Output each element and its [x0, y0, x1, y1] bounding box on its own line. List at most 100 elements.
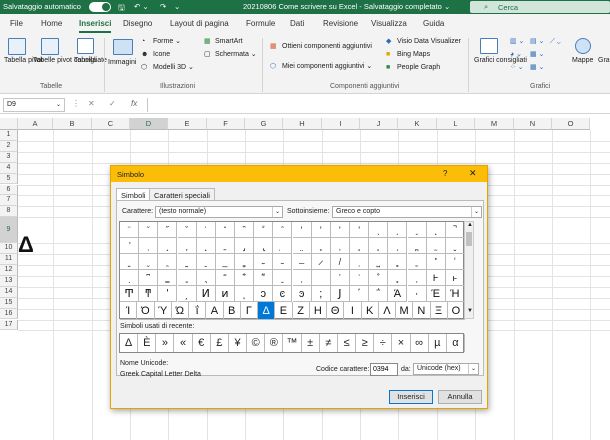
tab-layout[interactable]: Layout di pagina	[170, 19, 229, 28]
symbol-cell[interactable]: Ͱ	[426, 270, 446, 286]
symbol-cell[interactable]: ̰	[177, 254, 197, 270]
combo-chart-icon[interactable]: ▦ ⌄	[530, 64, 544, 72]
symbol-cell[interactable]: ΐ	[189, 302, 207, 320]
symbol-cell[interactable]: ̕	[350, 222, 370, 238]
tab-revisione[interactable]: Revisione	[323, 19, 358, 28]
symbol-cell[interactable]: ͒	[369, 270, 389, 286]
symbol-cell[interactable]: ̗	[388, 222, 408, 238]
tabella-pivot-button[interactable]: Tabella pivot	[4, 57, 43, 65]
symbol-cell[interactable]: ̧	[350, 238, 370, 254]
recent-symbol[interactable]: ≥	[356, 334, 375, 352]
symbol-cell[interactable]: Β	[223, 302, 241, 320]
symbol-cell[interactable]: ͇	[158, 270, 178, 286]
cancel-icon[interactable]: ✕	[88, 99, 95, 108]
symbol-cell[interactable]: ͋	[235, 270, 255, 286]
symbol-cell[interactable]: Ͷ	[196, 286, 216, 302]
symbol-cell[interactable]: ͳ	[139, 286, 159, 302]
column-header[interactable]: G	[245, 118, 283, 130]
symbol-cell[interactable]: ̯	[158, 254, 178, 270]
font-select[interactable]: (testo normale) ⌄	[155, 206, 283, 218]
symbol-cell[interactable]: ͺ	[235, 286, 255, 302]
symbol-cell[interactable]: ʹ	[158, 286, 178, 302]
recent-symbol[interactable]: ±	[302, 334, 320, 352]
column-header[interactable]: H	[283, 118, 322, 130]
symbol-cell[interactable]: Ύ	[154, 302, 172, 320]
statistic-chart-icon[interactable]: ▦ ⌄	[530, 51, 544, 59]
insert-button[interactable]: Inserisci	[389, 390, 433, 404]
recent-symbol[interactable]: α	[447, 334, 465, 352]
symbol-cell[interactable]: ̸	[330, 254, 350, 270]
tab-guida[interactable]: Guida	[423, 19, 444, 28]
symbol-cell[interactable]: ̴	[254, 254, 274, 270]
symbol-grid-scrollbar[interactable]: ▲ ▼	[464, 221, 474, 319]
fx-icon[interactable]: fx	[131, 99, 137, 108]
column-header[interactable]: N	[514, 118, 552, 130]
recent-symbol[interactable]: €	[193, 334, 211, 352]
symbol-cell[interactable]: ̞	[177, 238, 197, 254]
symbol-cell[interactable]: ̲	[215, 254, 235, 270]
recent-symbol[interactable]: ×	[392, 334, 411, 352]
scatter-chart-icon[interactable]: ⁘ ⌄	[510, 64, 524, 72]
recent-symbol[interactable]: ™	[283, 334, 302, 352]
recent-symbol[interactable]: «	[174, 334, 193, 352]
symbol-cell[interactable]: ΄	[350, 286, 370, 302]
row-header[interactable]: 4	[0, 162, 18, 174]
recent-symbol[interactable]: ®	[265, 334, 284, 352]
symbol-cell[interactable]: ͈	[177, 270, 197, 286]
symbol-cell[interactable]: Ϳ	[330, 286, 350, 302]
symbol-cell[interactable]: ̺	[369, 254, 389, 270]
symbol-cell[interactable]: ̨	[369, 238, 389, 254]
undo-icon[interactable]: ↶ ⌄	[134, 2, 149, 11]
select-all-corner[interactable]	[0, 118, 18, 130]
pivot-chart-button[interactable]: Gra piv	[598, 57, 610, 65]
column-header[interactable]: E	[168, 118, 207, 130]
column-header[interactable]: B	[53, 118, 92, 130]
symbol-cell[interactable]: ͓	[388, 270, 408, 286]
people-graph-button[interactable]: People Graph	[397, 64, 440, 72]
hierarchy-chart-icon[interactable]: ▤ ⌄	[530, 38, 544, 46]
close-icon[interactable]: ✕	[469, 168, 477, 179]
tabella-button[interactable]: Tabella	[74, 57, 96, 65]
column-header[interactable]: F	[207, 118, 245, 130]
symbol-cell[interactable]: Ν	[413, 302, 431, 320]
recent-symbols[interactable]: Δ È» «€ £ ¥ © ® ™ ± ≠ ≤ ≥ ÷ × ∞ µ α	[119, 333, 465, 353]
symbol-cell[interactable]: ̼	[407, 254, 427, 270]
symbol-cell[interactable]: ̝	[158, 238, 178, 254]
symbol-cell[interactable]: Α	[206, 302, 224, 320]
symbol-cell[interactable]: ͎	[292, 270, 312, 286]
row-header[interactable]: 13	[0, 275, 18, 287]
symbol-cell[interactable]: Γ	[240, 302, 258, 320]
tab-formule[interactable]: Formule	[246, 19, 275, 28]
symbol-cell[interactable]: ̟	[196, 238, 216, 254]
row-header[interactable]: 12	[0, 265, 18, 276]
row-header[interactable]: 9	[0, 217, 18, 244]
symbol-cell[interactable]: Η	[309, 302, 327, 320]
symbol-cell[interactable]: ̚	[445, 222, 465, 238]
symbol-cell[interactable]: ͷ	[215, 286, 235, 302]
scroll-up-icon[interactable]: ▲	[467, 222, 473, 228]
symbol-cell[interactable]: ;	[311, 286, 331, 302]
column-header[interactable]: D	[130, 118, 168, 130]
line-chart-icon[interactable]: ⟋ ⌄	[550, 38, 561, 46]
symbol-cell[interactable]: ̐	[254, 222, 274, 238]
column-header[interactable]: L	[437, 118, 475, 130]
symbol-cell[interactable]: ̔	[330, 222, 350, 238]
symbol-cell[interactable]: ̳	[235, 254, 255, 270]
symbol-cell[interactable]: ̎	[215, 222, 235, 238]
symbol-cell[interactable]: ͅ	[120, 270, 140, 286]
code-input[interactable]	[370, 363, 398, 376]
symbol-cell[interactable]: Ί	[120, 302, 138, 320]
recent-symbol[interactable]: »	[156, 334, 175, 352]
symbol-cell[interactable]: Ή	[445, 286, 465, 302]
row-header[interactable]: 14	[0, 286, 18, 298]
symbol-cell[interactable]: ͑	[350, 270, 370, 286]
symbol-cell[interactable]: ̬	[445, 238, 465, 254]
column-header[interactable]: O	[552, 118, 590, 130]
from-select[interactable]: Unicode (hex) ⌄	[413, 363, 479, 375]
tab-dati[interactable]: Dati	[290, 19, 304, 28]
row-header[interactable]: 3	[0, 151, 18, 163]
symbol-cell[interactable]: ̜	[139, 238, 159, 254]
symbol-cell[interactable]: ̑	[273, 222, 293, 238]
column-header[interactable]: A	[18, 118, 53, 130]
row-header[interactable]: 8	[0, 206, 18, 218]
